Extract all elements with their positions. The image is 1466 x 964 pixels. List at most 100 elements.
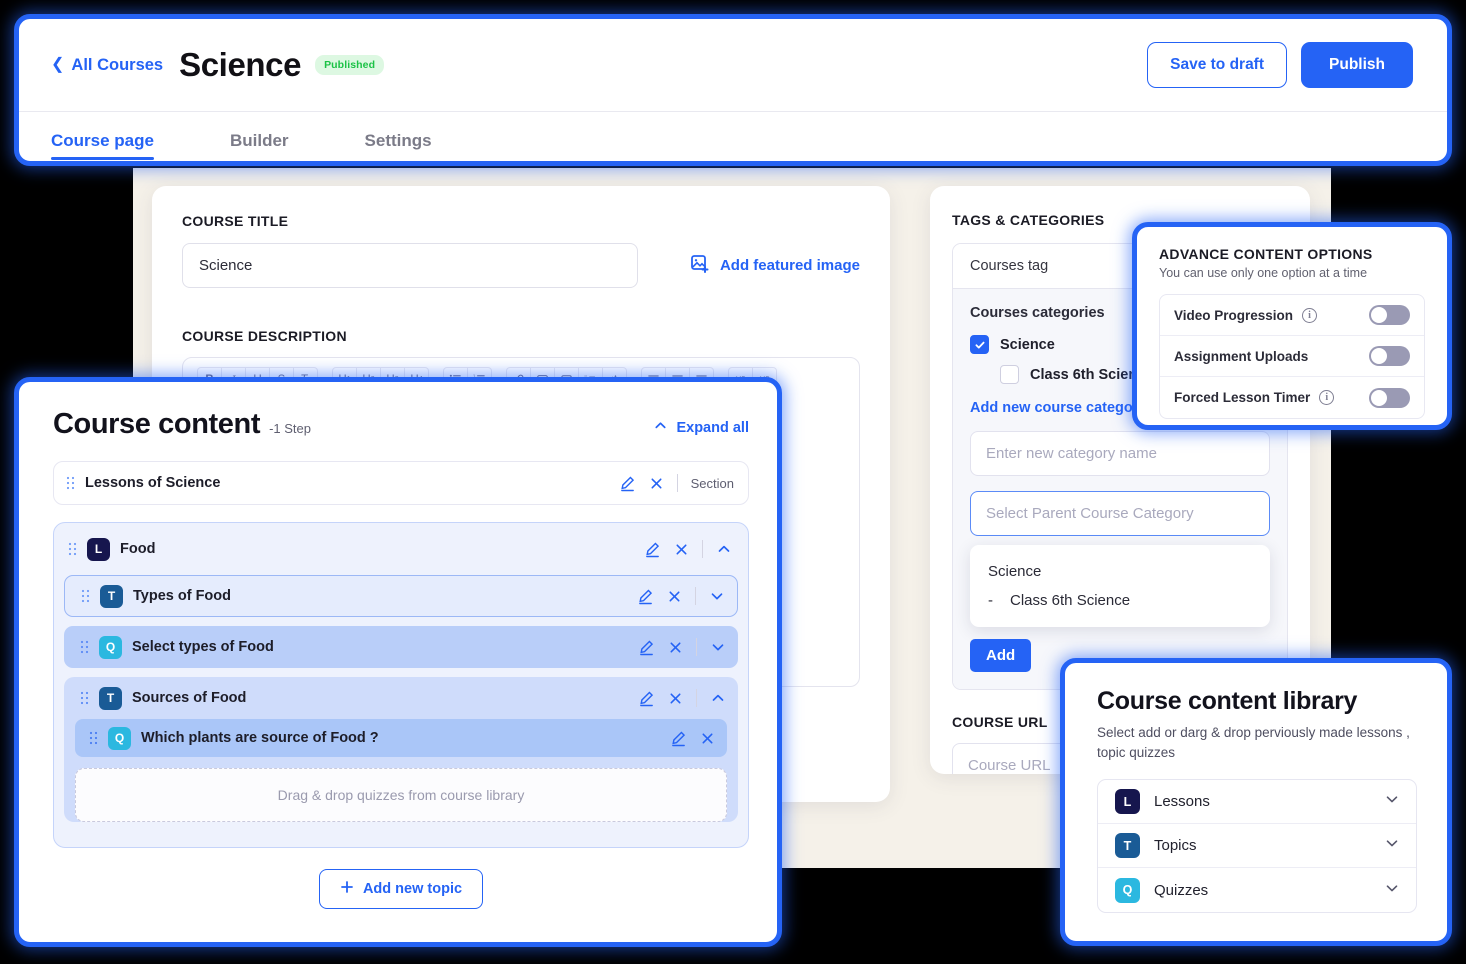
pencil-icon[interactable] <box>638 639 655 656</box>
pencil-icon[interactable] <box>644 541 661 558</box>
quiz-row-select-types-of-food[interactable]: Q Select types of Food <box>64 626 738 668</box>
quiz-row-which-plants[interactable]: Q Which plants are source of Food ? <box>75 719 727 757</box>
drag-handle-icon[interactable] <box>68 542 77 556</box>
course-title-row: Add featured image <box>182 243 860 288</box>
advance-options-title: ADVANCE CONTENT OPTIONS <box>1159 246 1425 262</box>
chevron-up-icon[interactable] <box>716 541 732 557</box>
divider <box>696 638 697 656</box>
page-title: Science <box>179 46 301 84</box>
option-label: Forced Lesson Timer <box>1174 390 1310 405</box>
chevron-left-icon: ❮ <box>51 57 64 73</box>
close-icon[interactable] <box>668 640 683 655</box>
chevron-up-icon <box>653 418 668 437</box>
info-icon[interactable]: i <box>1319 390 1334 405</box>
drag-handle-icon[interactable] <box>80 640 89 654</box>
lesson-row[interactable]: L Food <box>64 532 738 566</box>
close-icon[interactable] <box>649 476 664 491</box>
library-list: L Lessons T Topics Q Quizzes <box>1097 779 1417 913</box>
close-icon[interactable] <box>674 542 689 557</box>
option-label: Assignment Uploads <box>1174 349 1308 364</box>
divider <box>702 540 703 558</box>
library-body: Course content library Select add or dar… <box>1065 663 1447 913</box>
advance-options-list: Video Progression i Assignment Uploads F… <box>1159 294 1425 419</box>
quiz-type-badge: Q <box>99 636 122 659</box>
divider <box>695 587 696 605</box>
library-title: Course content library <box>1097 687 1417 716</box>
info-icon[interactable]: i <box>1302 308 1317 323</box>
add-new-topic-button[interactable]: Add new topic <box>319 869 483 909</box>
chevron-down-icon[interactable] <box>1384 835 1400 856</box>
topic-row-sources-of-food[interactable]: T Sources of Food <box>64 677 738 719</box>
lesson-actions <box>644 540 732 558</box>
drag-handle-icon[interactable] <box>89 731 98 745</box>
course-title-input[interactable] <box>182 243 638 288</box>
drag-handle-icon[interactable] <box>81 589 90 603</box>
category-checkbox-class-6th[interactable] <box>1000 365 1019 384</box>
header-tabs: Course page Builder Settings <box>19 111 1447 166</box>
dropdown-option-science[interactable]: Science <box>970 557 1270 586</box>
expand-all-label: Expand all <box>676 420 749 436</box>
back-link-label: All Courses <box>71 56 163 75</box>
section-row[interactable]: Lessons of Science Section <box>53 461 749 505</box>
advance-options-body: ADVANCE CONTENT OPTIONS You can use only… <box>1137 227 1447 419</box>
quiz-type-badge: Q <box>108 727 131 750</box>
course-content-step-count: -1 Step <box>269 421 311 436</box>
save-to-draft-button[interactable]: Save to draft <box>1147 42 1287 88</box>
plus-icon <box>340 880 354 898</box>
pencil-icon[interactable] <box>619 475 636 492</box>
pencil-icon[interactable] <box>670 730 687 747</box>
close-icon[interactable] <box>668 691 683 706</box>
chevron-down-icon[interactable] <box>1384 880 1400 901</box>
section-actions: Section <box>619 474 734 492</box>
course-content-header: Course content -1 Step Expand all <box>53 408 749 441</box>
library-row-topics[interactable]: T Topics <box>1098 824 1416 868</box>
close-icon[interactable] <box>667 589 682 604</box>
course-content-library-panel: Course content library Select add or dar… <box>1060 658 1452 946</box>
course-header-panel: ❮ All Courses Science Published Save to … <box>14 14 1452 166</box>
lesson-type-badge: L <box>87 538 110 561</box>
course-content-body: Course content -1 Step Expand all Lesson… <box>19 382 777 909</box>
advance-options-subtitle: You can use only one option at a time <box>1159 266 1425 280</box>
close-icon[interactable] <box>700 731 715 746</box>
option-row-video-progression: Video Progression i <box>1160 295 1424 336</box>
lesson-block-food: L Food <box>53 522 749 848</box>
topic-row-types-of-food[interactable]: T Types of Food <box>64 575 738 617</box>
category-checkbox-science[interactable] <box>970 335 989 354</box>
topic-type-badge: T <box>99 687 122 710</box>
section-tag-label: Section <box>691 476 734 491</box>
tab-settings[interactable]: Settings <box>365 131 432 160</box>
topic-name: Sources of Food <box>132 690 246 706</box>
expand-all-button[interactable]: Expand all <box>653 418 749 437</box>
category-label: Science <box>1000 337 1055 353</box>
advance-content-options-panel: ADVANCE CONTENT OPTIONS You can use only… <box>1132 222 1452 430</box>
pencil-icon[interactable] <box>637 588 654 605</box>
all-courses-back-link[interactable]: ❮ All Courses <box>51 56 163 75</box>
library-row-lessons[interactable]: L Lessons <box>1098 780 1416 824</box>
chevron-up-icon[interactable] <box>710 690 726 706</box>
divider <box>696 689 697 707</box>
library-subtitle: Select add or darg & drop perviously mad… <box>1097 723 1417 762</box>
drag-handle-icon[interactable] <box>66 476 75 490</box>
chevron-down-icon[interactable] <box>709 588 725 604</box>
chevron-down-icon[interactable] <box>710 639 726 655</box>
publish-button[interactable]: Publish <box>1301 42 1413 88</box>
add-new-topic-label: Add new topic <box>363 881 462 897</box>
lesson-type-badge: L <box>1115 789 1140 814</box>
parent-category-select[interactable] <box>970 491 1270 536</box>
forced-lesson-timer-toggle[interactable] <box>1369 388 1410 408</box>
video-progression-toggle[interactable] <box>1369 305 1410 325</box>
pencil-icon[interactable] <box>638 690 655 707</box>
tab-course-page[interactable]: Course page <box>51 131 154 160</box>
drag-handle-icon[interactable] <box>80 691 89 705</box>
quiz-type-badge: Q <box>1115 878 1140 903</box>
dropdown-option-class-6th[interactable]: - Class 6th Science <box>970 586 1270 615</box>
add-featured-image-button[interactable]: Add featured image <box>690 254 860 278</box>
quiz-dropzone[interactable]: Drag & drop quizzes from course library <box>75 768 727 822</box>
assignment-uploads-toggle[interactable] <box>1369 346 1410 366</box>
add-category-button[interactable]: Add <box>970 639 1031 672</box>
library-row-quizzes[interactable]: Q Quizzes <box>1098 868 1416 912</box>
chevron-down-icon[interactable] <box>1384 791 1400 812</box>
new-category-name-input[interactable] <box>970 431 1270 476</box>
tab-builder[interactable]: Builder <box>230 131 289 160</box>
quiz-name: Select types of Food <box>132 639 274 655</box>
